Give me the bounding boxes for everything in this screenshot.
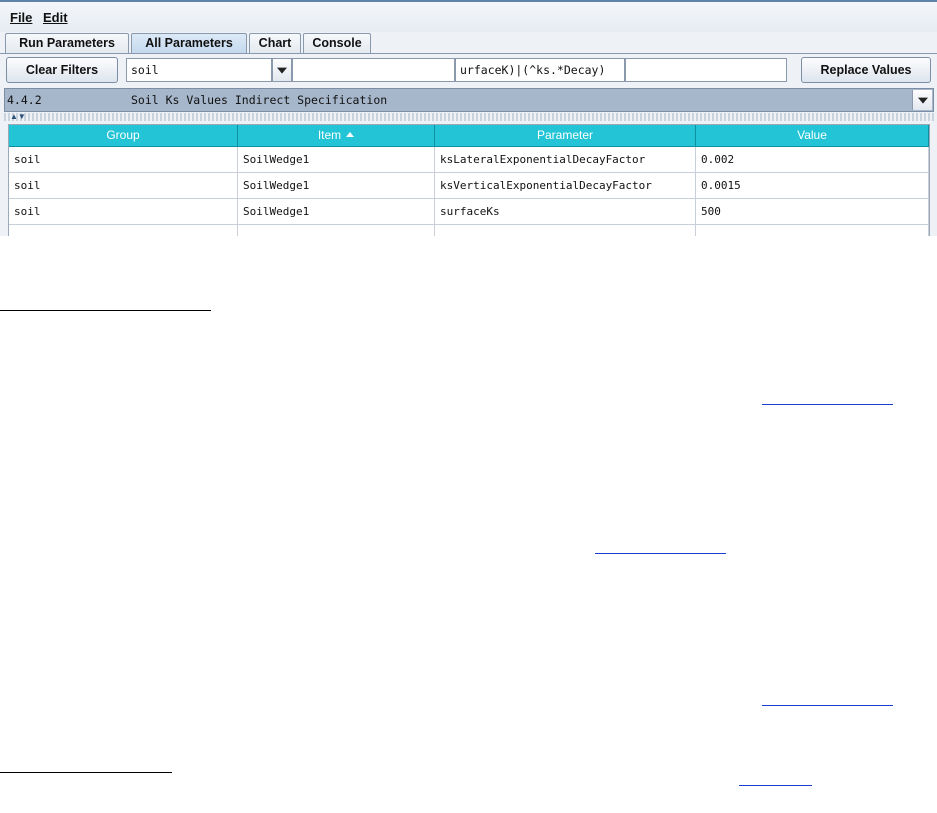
hyperlink-underline[interactable] — [762, 404, 893, 405]
tab-run-parameters[interactable]: Run Parameters — [5, 33, 129, 53]
column-header-value[interactable]: Value — [696, 125, 929, 147]
heading-underline — [0, 772, 172, 773]
group-filter-combo[interactable]: soil — [126, 58, 272, 82]
table-cell[interactable]: SoilWedge1 — [238, 147, 435, 173]
clear-filters-button[interactable]: Clear Filters — [6, 57, 118, 83]
parameter-table: Group Item Parameter Value soil SoilWedg… — [8, 124, 930, 236]
chevron-down-icon[interactable] — [912, 90, 932, 110]
table-cell[interactable]: 0.002 — [696, 147, 929, 173]
menu-edit[interactable]: Edit — [43, 10, 68, 25]
menu-bar: File Edit — [0, 0, 937, 32]
table-cell[interactable]: surfaceKs — [435, 199, 696, 225]
section-number: 4.4.2 — [7, 93, 42, 107]
tab-all-parameters[interactable]: All Parameters — [131, 33, 247, 53]
hyperlink-underline[interactable] — [762, 705, 893, 706]
parameter-filter-field[interactable]: urfaceK)|(^ks.*Decay) — [455, 58, 625, 82]
table-cell[interactable]: SoilWedge1 — [238, 173, 435, 199]
column-header-parameter[interactable]: Parameter — [435, 125, 696, 147]
tab-console[interactable]: Console — [303, 33, 371, 53]
chevron-down-icon[interactable] — [272, 58, 292, 82]
table-cell[interactable] — [435, 225, 696, 236]
replace-values-button[interactable]: Replace Values — [801, 57, 931, 83]
table-cell[interactable]: 0.0015 — [696, 173, 929, 199]
collapse-arrows-icon[interactable]: ▲▼ — [10, 113, 26, 121]
column-header-item[interactable]: Item — [238, 125, 435, 147]
table-cell[interactable] — [696, 225, 929, 236]
table-cell[interactable]: 500 — [696, 199, 929, 225]
table-cell[interactable] — [9, 225, 238, 236]
value-field[interactable] — [625, 58, 787, 82]
table-cell[interactable]: soil — [9, 173, 238, 199]
table-cell[interactable]: soil — [9, 199, 238, 225]
table-cell[interactable]: SoilWedge1 — [238, 199, 435, 225]
item-filter-field[interactable] — [292, 58, 455, 82]
hyperlink-underline[interactable] — [595, 553, 726, 554]
table-cell[interactable]: ksVerticalExponentialDecayFactor — [435, 173, 696, 199]
tab-chart[interactable]: Chart — [249, 33, 301, 53]
heading-underline — [0, 310, 211, 311]
table-cell[interactable]: ksLateralExponentialDecayFactor — [435, 147, 696, 173]
application-window: File Edit Run Parameters All Parameters … — [0, 0, 937, 236]
column-header-group[interactable]: Group — [9, 125, 238, 147]
hyperlink-underline[interactable] — [739, 785, 812, 786]
menu-file[interactable]: File — [10, 10, 32, 25]
section-selector[interactable]: 4.4.2 Soil Ks Values Indirect Specificat… — [4, 88, 934, 112]
splitter-handle[interactable]: ▲▼ — [4, 113, 934, 121]
section-title: Soil Ks Values Indirect Specification — [131, 93, 388, 107]
filter-toolbar: Clear Filters soil urfaceK)|(^ks.*Decay)… — [0, 54, 937, 86]
table-cell[interactable] — [238, 225, 435, 236]
sort-ascending-icon — [346, 132, 355, 138]
table-cell[interactable]: soil — [9, 147, 238, 173]
